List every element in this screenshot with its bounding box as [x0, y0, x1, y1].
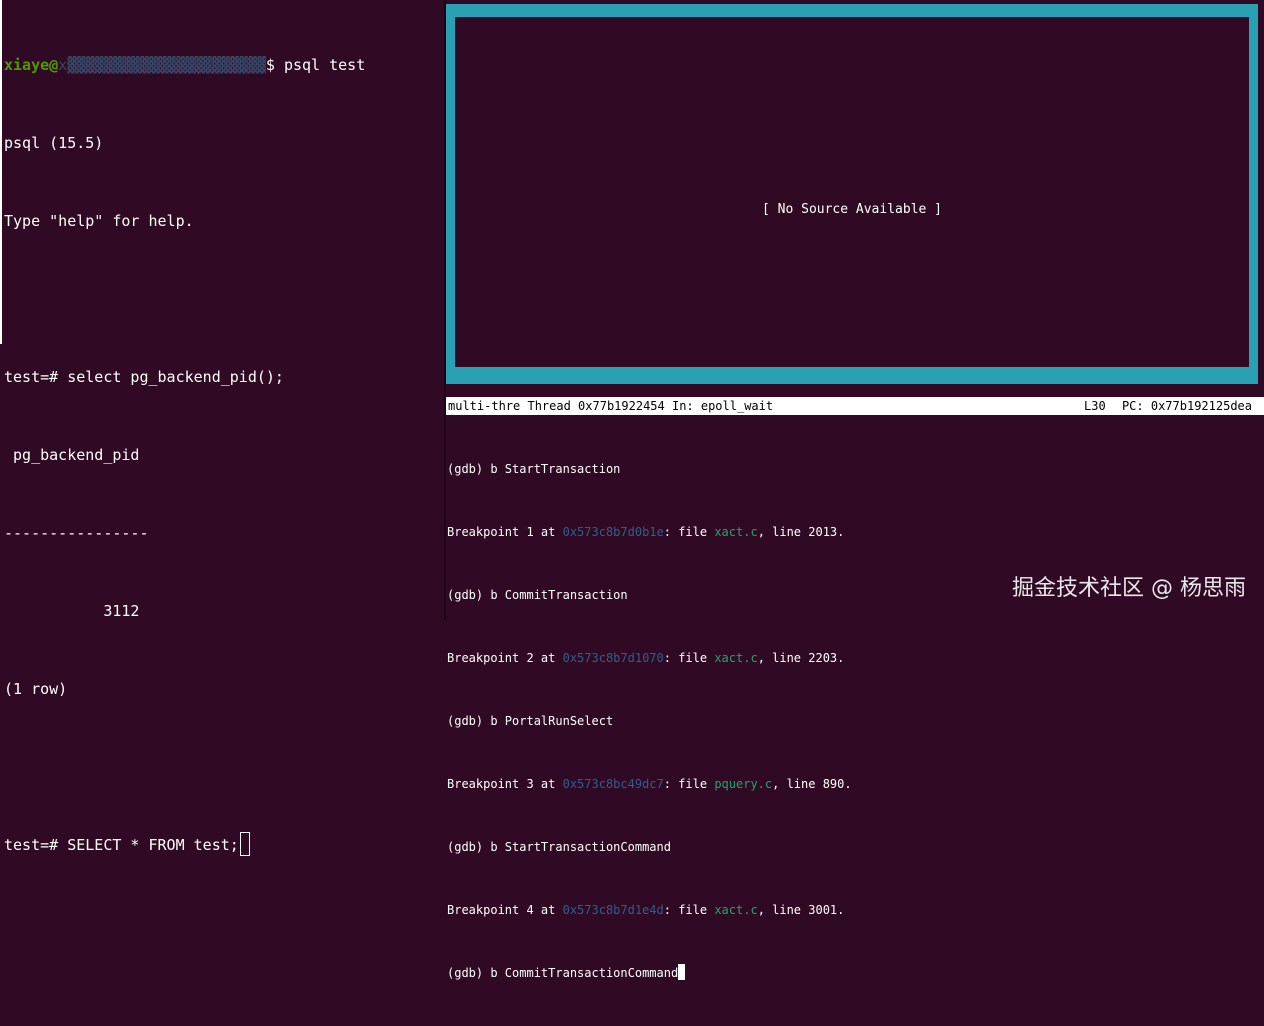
status-line-number: L30 — [1084, 399, 1106, 413]
bp-suffix: , line 890. — [772, 777, 852, 791]
breakpoint-message: Breakpoint 4 at 0x573c8b7d1e4d: file xac… — [447, 900, 1259, 921]
bp-prefix: Breakpoint 2 at — [447, 651, 563, 665]
gdb-status-bar: multi-thre Thread 0x77b1922454 In: epoll… — [446, 397, 1264, 415]
gdb-command-line: (gdb) b StartTransaction — [447, 462, 621, 476]
bp-mid: : file — [663, 903, 715, 917]
terminal-line: (1 row) — [4, 680, 68, 698]
no-source-message: [ No Source Available ] — [761, 202, 942, 217]
psql-current-input[interactable]: test=# SELECT * FROM test; — [4, 836, 239, 854]
prompt-user: xiaye@ — [4, 56, 59, 74]
pane-border — [0, 0, 2, 344]
gdb-current-input[interactable]: (gdb) b CommitTransactionCommand — [447, 966, 678, 980]
status-thread-info: multi-thre Thread 0x77b1922454 In: epoll… — [448, 399, 774, 413]
bp-prefix: Breakpoint 1 at — [447, 525, 563, 539]
breakpoint-message: Breakpoint 2 at 0x573c8b7d1070: file xac… — [447, 648, 1259, 669]
bp-prefix: Breakpoint 4 at — [447, 903, 563, 917]
psql-input-line[interactable]: test=# SELECT * FROM test; — [4, 832, 442, 858]
gdb-tui-pane[interactable]: [ No Source Available ] multi-thre Threa… — [446, 0, 1264, 980]
gdb-command-line: (gdb) b PortalRunSelect — [447, 714, 614, 728]
bp-address: 0x573c8bc49dc7 — [562, 777, 664, 791]
terminal-line: Type "help" for help. — [4, 212, 194, 230]
gdb-source-content: [ No Source Available ] — [455, 17, 1249, 367]
bp-mid: : file — [663, 651, 715, 665]
bp-file: xact.c — [714, 903, 758, 917]
bp-address: 0x573c8b7d1070 — [562, 651, 664, 665]
bp-suffix: , line 3001. — [757, 903, 845, 917]
terminal-line: pg_backend_pid — [4, 446, 140, 464]
prompt-command: $ psql test — [265, 56, 366, 74]
bp-mid: : file — [663, 525, 715, 539]
psql-terminal-output: xiaye@x▓▓▓▓▓▓▓▓▓▓▓▓▓▓▓▓▓▓▓▓▓▓$ psql test… — [4, 0, 442, 910]
gdb-source-window[interactable]: [ No Source Available ] — [446, 4, 1258, 384]
bp-file: xact.c — [714, 525, 758, 539]
breakpoint-message: Breakpoint 3 at 0x573c8bc49dc7: file pqu… — [447, 774, 1259, 795]
psql-terminal-pane[interactable]: xiaye@x▓▓▓▓▓▓▓▓▓▓▓▓▓▓▓▓▓▓▓▓▓▓$ psql test… — [0, 0, 444, 856]
status-program-counter: PC: 0x77b192125dea — [1121, 399, 1252, 413]
gdb-console[interactable]: (gdb) b StartTransaction Breakpoint 1 at… — [447, 417, 1259, 1026]
terminal-cursor — [239, 832, 250, 856]
terminal-line: psql (15.5) — [4, 134, 104, 152]
bp-mid: : file — [663, 777, 715, 791]
bp-suffix: , line 2203. — [757, 651, 845, 665]
bp-prefix: Breakpoint 3 at — [447, 777, 563, 791]
terminal-line: ---------------- — [4, 524, 149, 542]
gdb-cursor — [678, 964, 686, 980]
bp-suffix: , line 2013. — [757, 525, 845, 539]
bp-file: xact.c — [714, 651, 758, 665]
bp-address: 0x573c8b7d0b1e — [562, 525, 664, 539]
terminal-line: 3112 — [4, 602, 140, 620]
bp-address: 0x573c8b7d1e4d — [562, 903, 664, 917]
gdb-command-line: (gdb) b StartTransactionCommand — [447, 840, 671, 854]
prompt-host-redacted: x▓▓▓▓▓▓▓▓▓▓▓▓▓▓▓▓▓▓▓▓▓▓ — [58, 56, 266, 74]
watermark: 掘金技术社区 @ 杨思雨 — [1012, 576, 1246, 601]
terminal-line: test=# select pg_backend_pid(); — [4, 368, 284, 386]
gdb-input-line[interactable]: (gdb) b CommitTransactionCommand — [447, 963, 1259, 984]
breakpoint-message: Breakpoint 1 at 0x573c8b7d0b1e: file xac… — [447, 522, 1259, 543]
bp-file: pquery.c — [714, 777, 773, 791]
shell-prompt-line: xiaye@x▓▓▓▓▓▓▓▓▓▓▓▓▓▓▓▓▓▓▓▓▓▓$ psql test — [4, 52, 442, 78]
